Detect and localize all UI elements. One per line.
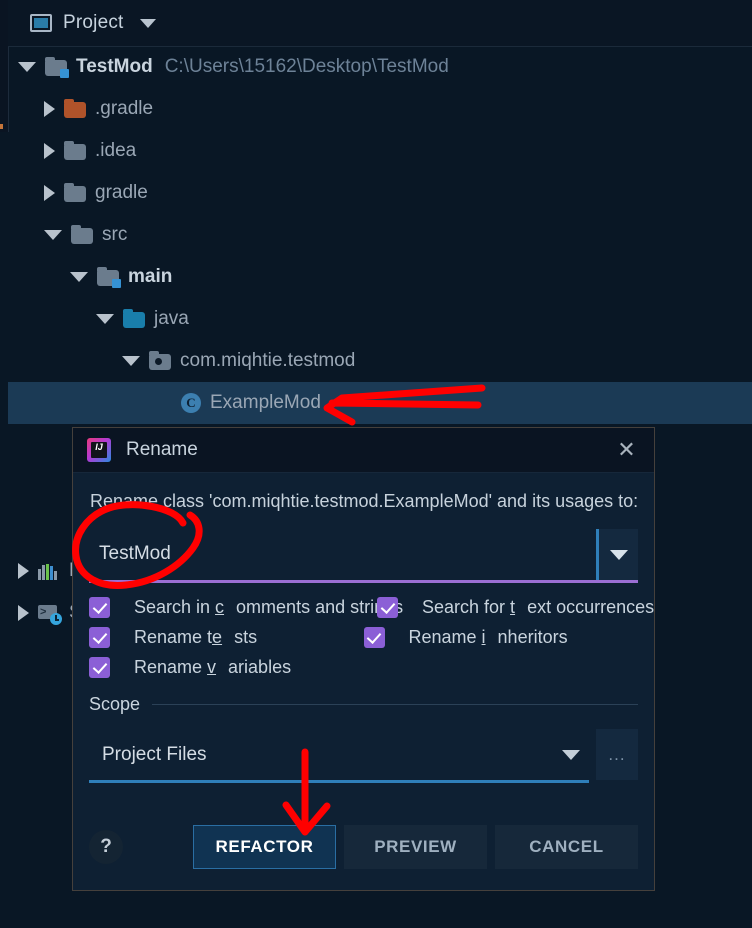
expand-triangle-icon[interactable] xyxy=(122,356,140,366)
checkbox-checked-icon xyxy=(377,597,398,618)
checkbox-rename-tests[interactable]: Rename te sts xyxy=(89,627,364,648)
dialog-button-bar: ? REFACTOR PREVIEW CANCEL xyxy=(73,804,654,890)
project-toolwindow-title: Project xyxy=(63,12,124,33)
tree-row-gradle-hidden[interactable]: .gradle xyxy=(8,88,752,130)
project-toolwindow-header[interactable]: Project xyxy=(8,0,752,47)
tree-item-label: ExampleMod xyxy=(210,392,321,413)
help-button[interactable]: ? xyxy=(89,830,123,864)
checkbox-rename-inheritors[interactable]: Rename i nheritors xyxy=(363,627,639,648)
dialog-body: Rename class 'com.miqhtie.testmod.Exampl… xyxy=(73,491,654,783)
tree-row-java[interactable]: java xyxy=(8,298,752,340)
scope-section-label: Scope xyxy=(89,694,141,714)
project-window-icon xyxy=(30,14,52,32)
expand-triangle-icon[interactable] xyxy=(18,62,36,72)
rename-name-input-underline xyxy=(89,580,638,583)
folder-source-blue-icon xyxy=(123,309,145,328)
checkbox-search-in-comments-and-strings[interactable]: Search in c omments and strings xyxy=(89,597,403,618)
dialog-title: Rename xyxy=(126,439,198,460)
ide-screen: Project TestMod C:\Users\15162\Desktop\T… xyxy=(0,0,752,928)
checkbox-rename-variables[interactable]: Rename v ariables xyxy=(89,657,377,678)
rename-name-input[interactable]: TestMod xyxy=(89,529,589,579)
tree-item-label: TestMod xyxy=(76,56,153,77)
folder-grey-icon xyxy=(71,225,93,244)
checkbox-row: Search in c omments and strings Search fo… xyxy=(89,597,654,618)
tree-item-label: src xyxy=(102,224,128,245)
folder-orange-icon xyxy=(64,99,86,118)
tree-item-label: .idea xyxy=(95,140,137,161)
rename-name-history-dropdown-button[interactable] xyxy=(596,529,638,580)
collapse-triangle-icon[interactable] xyxy=(18,563,29,579)
expand-triangle-icon[interactable] xyxy=(96,314,114,324)
scope-combobox[interactable]: Project Files xyxy=(89,729,589,780)
checkbox-label: Search in c omments and strings xyxy=(134,597,404,617)
checkbox-checked-icon xyxy=(89,597,110,618)
scope-more-button[interactable]: ... xyxy=(596,729,638,780)
collapse-triangle-icon[interactable] xyxy=(44,185,55,201)
rename-prompt-label: Rename class 'com.miqhtie.testmod.Exampl… xyxy=(90,491,639,511)
folder-grey-icon xyxy=(64,183,86,202)
checkbox-label: Search for t ext occurrences xyxy=(422,597,655,617)
tree-item-path: C:\Users\15162\Desktop\TestMod xyxy=(164,56,449,77)
scope-section-divider xyxy=(152,704,638,705)
collapse-triangle-icon[interactable] xyxy=(44,101,55,117)
module-folder-icon xyxy=(45,57,69,78)
checkbox-search-for-text-occurrences[interactable]: Search for t ext occurrences xyxy=(377,597,654,618)
close-icon[interactable]: ✕ xyxy=(599,428,654,472)
tree-row-examplemod[interactable]: C ExampleMod xyxy=(8,382,752,424)
package-icon xyxy=(149,351,171,370)
checkbox-row: Rename te sts Rename i nheritors xyxy=(89,627,638,648)
chevron-down-icon xyxy=(609,549,628,560)
checkbox-label: Rename v ariables xyxy=(134,657,292,677)
checkbox-checked-icon xyxy=(363,627,385,648)
rename-dialog: IJ Rename ✕ Rename class 'com.miqhtie.te… xyxy=(72,427,655,891)
preview-button[interactable]: PREVIEW xyxy=(344,825,487,869)
collapse-triangle-icon[interactable] xyxy=(18,605,29,621)
tree-row-idea[interactable]: .idea xyxy=(8,130,752,172)
tree-item-label: com.miqhtie.testmod xyxy=(180,350,356,371)
tree-item-label: .gradle xyxy=(95,98,154,119)
tree-item-label: java xyxy=(154,308,189,329)
checkbox-checked-icon xyxy=(89,627,110,648)
rename-name-field-wrapper: TestMod xyxy=(89,529,638,583)
checkbox-row: Rename v ariables xyxy=(89,657,638,678)
scope-section-header: Scope xyxy=(89,694,638,715)
intellij-idea-icon: IJ xyxy=(87,438,111,462)
collapse-triangle-icon[interactable] xyxy=(44,143,55,159)
checkbox-checked-icon xyxy=(89,657,110,678)
folder-grey-icon xyxy=(64,141,86,160)
left-edge-accent-mark xyxy=(0,124,3,129)
chevron-down-icon[interactable] xyxy=(139,18,156,28)
checkbox-label: Rename te sts xyxy=(134,627,258,647)
tree-item-label: main xyxy=(128,266,173,287)
java-class-icon: C xyxy=(181,393,201,413)
cancel-button[interactable]: CANCEL xyxy=(495,825,638,869)
scratches-consoles-icon: > xyxy=(38,604,62,625)
build-variants-icon xyxy=(38,562,60,580)
tree-row-gradle[interactable]: gradle xyxy=(8,172,752,214)
refactor-button[interactable]: REFACTOR xyxy=(193,825,336,869)
tree-row-testmod[interactable]: TestMod C:\Users\15162\Desktop\TestMod xyxy=(8,46,752,88)
scope-field-wrapper: Project Files ... xyxy=(89,729,638,783)
checkbox-label: Rename i nheritors xyxy=(408,627,568,647)
chevron-down-icon[interactable] xyxy=(562,750,580,760)
scope-combobox-underline xyxy=(89,780,589,783)
module-folder-icon xyxy=(97,267,121,288)
tree-row-main[interactable]: main xyxy=(8,256,752,298)
tree-row-src[interactable]: src xyxy=(8,214,752,256)
tree-item-label: gradle xyxy=(95,182,148,203)
dialog-titlebar[interactable]: IJ Rename ✕ xyxy=(73,428,654,473)
expand-triangle-icon[interactable] xyxy=(44,230,62,240)
intellij-idea-icon-text: IJ xyxy=(91,442,107,458)
expand-triangle-icon[interactable] xyxy=(70,272,88,282)
rename-options-checkboxes: Search in c omments and strings Search fo… xyxy=(89,597,654,678)
tree-row-package[interactable]: com.miqhtie.testmod xyxy=(8,340,752,382)
